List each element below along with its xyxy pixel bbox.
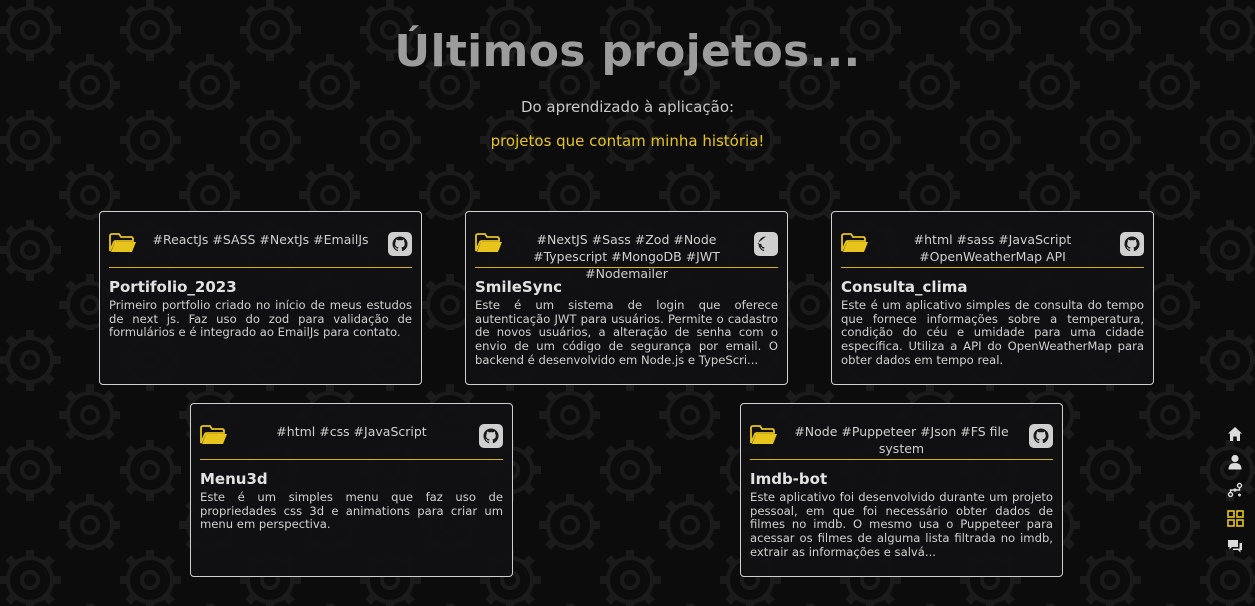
- card-description: Este é um simples menu que faz uso de pr…: [200, 490, 503, 532]
- card-divider: [841, 267, 1144, 268]
- card-header: #ReactJs #SASS #NextJs #EmailJs: [109, 212, 412, 268]
- folder-icon[interactable]: [109, 232, 137, 254]
- nav-item-contact[interactable]: [1224, 535, 1246, 557]
- nav-item-home[interactable]: [1224, 423, 1246, 445]
- card-divider: [475, 267, 778, 268]
- github-icon[interactable]: [388, 232, 412, 256]
- project-card: #html #css #JavaScript Menu3d Este é um …: [190, 403, 513, 577]
- project-card: #ReactJs #SASS #NextJs #EmailJs Portifol…: [99, 211, 422, 385]
- page-subtitle: Do aprendizado à aplicação:: [520, 98, 735, 116]
- project-card: #Node #Puppeteer #Json #FS file system I…: [740, 403, 1063, 577]
- card-title[interactable]: Imdb-bot: [750, 470, 1053, 488]
- card-divider: [750, 459, 1053, 460]
- card-description: Este é um aplicativo simples de consulta…: [841, 298, 1144, 367]
- project-card: #html #sass #JavaScript #OpenWeatherMap …: [831, 211, 1154, 385]
- card-divider: [109, 267, 412, 268]
- card-description: Este aplicativo foi desenvolvido durante…: [750, 490, 1053, 559]
- folder-icon[interactable]: [475, 232, 503, 254]
- card-divider: [200, 459, 503, 460]
- user-icon: [1228, 454, 1242, 470]
- page-tagline: projetos que contam minha história!: [490, 132, 765, 150]
- card-header: #html #css #JavaScript: [200, 404, 503, 460]
- chat-icon: [1228, 540, 1242, 553]
- skills-icon: [1227, 482, 1243, 498]
- card-title[interactable]: Portifolio_2023: [109, 278, 412, 296]
- page-title: Últimos projetos...: [394, 26, 861, 77]
- card-description: Primeiro portfolio criado no início de m…: [109, 298, 412, 340]
- home-icon: [1228, 427, 1242, 441]
- side-nav: [1224, 423, 1246, 563]
- card-tags: #html #sass #JavaScript #OpenWeatherMap …: [913, 232, 1072, 264]
- card-description: Este é um sistema de login que oferece a…: [475, 298, 778, 367]
- github-icon[interactable]: [754, 232, 778, 256]
- nav-item-about[interactable]: [1224, 451, 1246, 473]
- card-tags: #Node #Puppeteer #Json #FS file system: [794, 424, 1009, 456]
- nav-item-projects[interactable]: [1224, 507, 1246, 529]
- card-header: #NextJS #Sass #Zod #Node #Typescript #Mo…: [475, 212, 778, 281]
- projects-grid-icon: [1226, 509, 1244, 527]
- folder-icon[interactable]: [200, 424, 228, 446]
- card-header: #Node #Puppeteer #Json #FS file system: [750, 404, 1053, 460]
- card-title[interactable]: Menu3d: [200, 470, 503, 488]
- card-tags: #NextJS #Sass #Zod #Node #Typescript #Mo…: [533, 232, 720, 281]
- card-header: #html #sass #JavaScript #OpenWeatherMap …: [841, 212, 1144, 268]
- card-tags: #html #css #JavaScript: [276, 424, 427, 439]
- github-icon[interactable]: [479, 424, 503, 448]
- card-tags: #ReactJs #SASS #NextJs #EmailJs: [152, 232, 369, 247]
- nav-item-skills[interactable]: [1224, 479, 1246, 501]
- github-icon[interactable]: [1029, 424, 1053, 448]
- folder-icon[interactable]: [841, 232, 869, 254]
- github-icon[interactable]: [1120, 232, 1144, 256]
- project-card: #NextJS #Sass #Zod #Node #Typescript #Mo…: [465, 211, 788, 385]
- card-title[interactable]: Consulta_clima: [841, 278, 1144, 296]
- folder-icon[interactable]: [750, 424, 778, 446]
